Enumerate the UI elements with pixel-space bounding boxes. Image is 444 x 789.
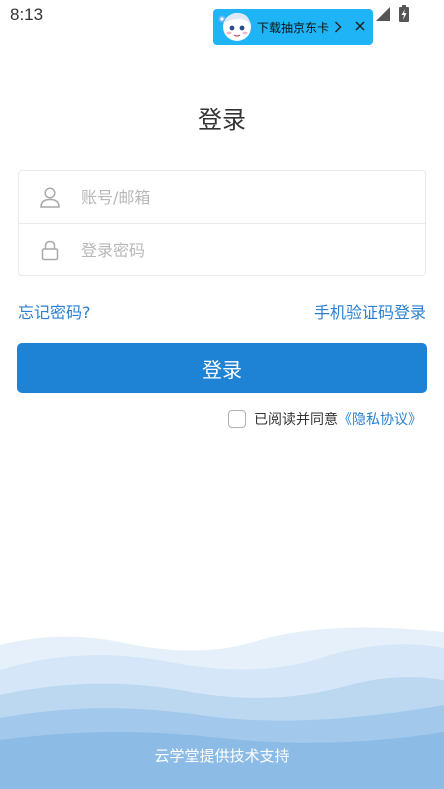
footer-text: 云学堂提供技术支持 xyxy=(154,747,290,765)
forgot-password-link[interactable]: 忘记密码? xyxy=(18,299,91,323)
close-icon[interactable] xyxy=(353,19,367,33)
page-title: 登录 xyxy=(198,106,246,134)
user-icon xyxy=(40,187,60,208)
agreement-text: 已阅读并同意 xyxy=(254,412,338,428)
status-time: 8:13 xyxy=(10,5,44,24)
agree-checkbox[interactable] xyxy=(228,410,246,428)
promo-banner[interactable]: 下载抽京东卡 xyxy=(213,9,373,45)
privacy-agreement-link[interactable]: 《隐私协议》 xyxy=(338,409,422,429)
account-input[interactable] xyxy=(81,183,401,211)
password-input[interactable] xyxy=(81,236,401,264)
promo-text: 下载抽京东卡 xyxy=(257,21,330,35)
login-form xyxy=(18,170,426,276)
agreement-row: 已阅读并同意 《隐私协议》 xyxy=(228,409,422,429)
login-button[interactable]: 登录 xyxy=(17,343,427,393)
mascot-icon xyxy=(218,12,251,41)
battery-icon xyxy=(399,5,409,22)
signal-icon xyxy=(376,7,390,21)
lock-icon xyxy=(41,240,59,261)
account-row xyxy=(19,171,425,224)
password-row xyxy=(19,224,425,276)
login-screen: 8:13 下载抽京东卡 登录 账号/邮箱 忘记密码? 手机验证码登录 登录 已阅… xyxy=(0,0,444,789)
chevron-right-icon xyxy=(335,21,342,33)
sms-login-link[interactable]: 手机验证码登录 xyxy=(314,299,426,323)
